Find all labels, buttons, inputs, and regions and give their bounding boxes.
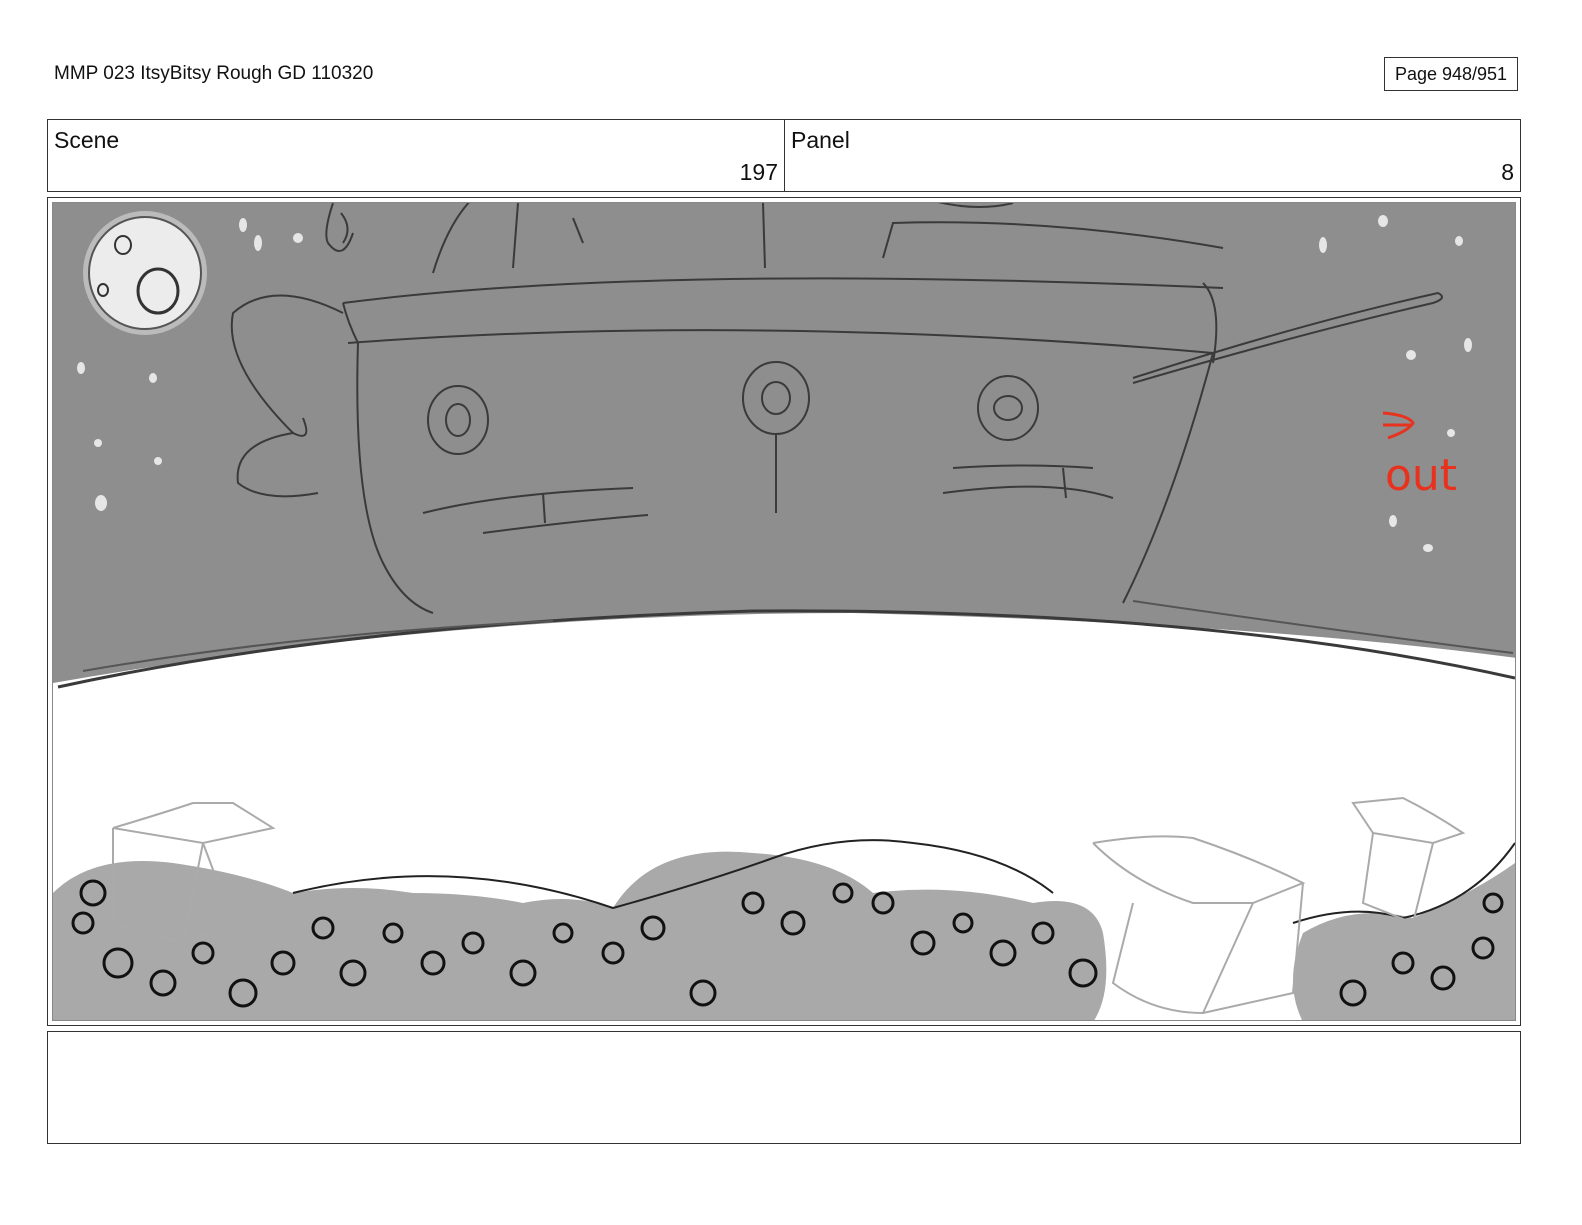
panel-number: 8 — [1501, 159, 1514, 185]
sketch-illustration: out — [53, 203, 1515, 1020]
scene-number: 197 — [739, 159, 778, 185]
storyboard-drawing: out — [52, 202, 1516, 1021]
panel-label: Panel — [791, 127, 850, 153]
moon-icon — [83, 211, 207, 335]
page-number: Page 948/951 — [1384, 57, 1518, 91]
out-text: out — [1385, 450, 1457, 501]
scene-label: Scene — [54, 127, 120, 153]
bush-foliage — [53, 839, 1515, 1020]
panel-cell: Panel 8 — [785, 120, 1520, 191]
document-title: MMP 023 ItsyBitsy Rough GD 110320 — [54, 63, 374, 84]
storyboard-frame: out — [47, 197, 1521, 1026]
scene-cell: Scene 197 — [48, 120, 785, 191]
scene-panel-info: Scene 197 Panel 8 — [47, 119, 1521, 192]
notes-panel — [47, 1031, 1521, 1144]
